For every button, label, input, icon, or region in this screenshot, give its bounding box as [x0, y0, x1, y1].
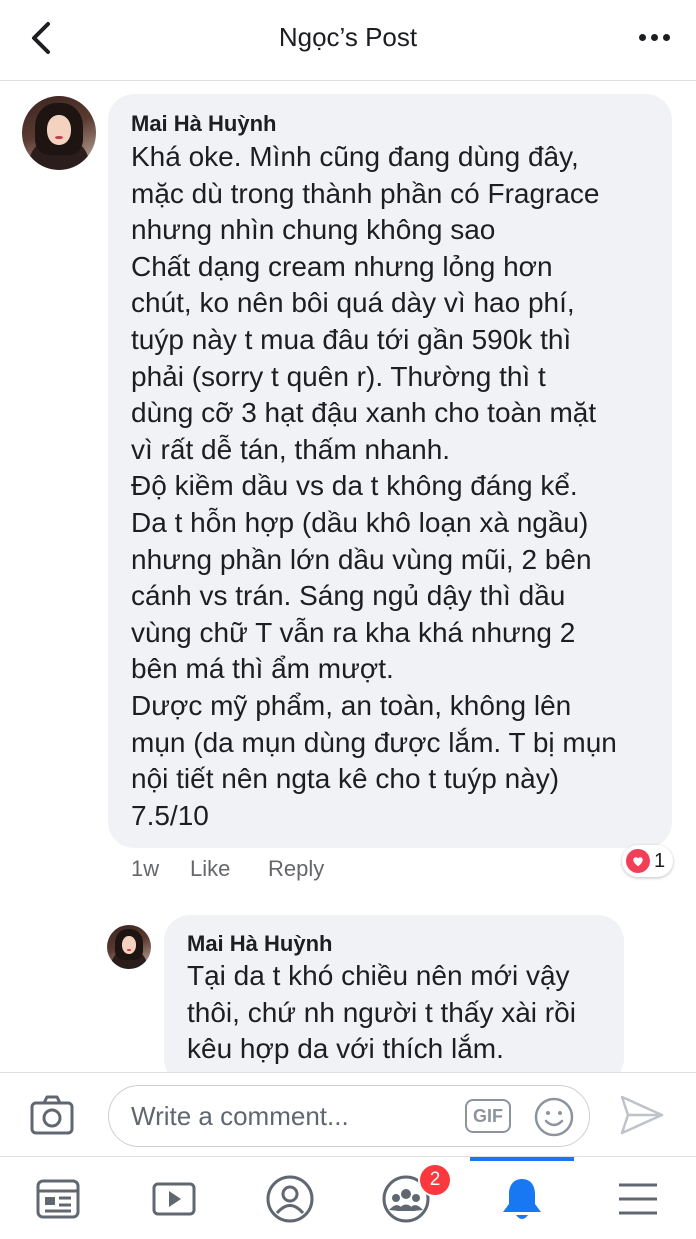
groups-badge: 2 [418, 1163, 452, 1197]
comment-author[interactable]: Mai Hà Huỳnh [131, 111, 276, 137]
comment-placeholder: Write a comment... [131, 1101, 349, 1131]
gif-button[interactable]: GIF [465, 1099, 511, 1133]
camera-icon [30, 1095, 74, 1135]
bottom-tab-bar: 2 [0, 1156, 696, 1239]
news-feed-icon [36, 1179, 80, 1219]
comment-author[interactable]: Mai Hà Huỳnh [187, 931, 332, 957]
like-button[interactable]: Like [190, 856, 230, 882]
top-bar: Ngọc’s Post [0, 0, 696, 81]
comment-time: 1w [131, 856, 160, 881]
comment-text: Tại da t khó chiều nên mới vậy thôi, chứ… [187, 960, 576, 1065]
comment-text: Khá oke. Mình cũng đang dùng đây, mặc dù… [131, 141, 617, 831]
video-play-icon [152, 1182, 196, 1216]
comment-composer: Write a comment... GIF [0, 1072, 696, 1157]
dot [662, 33, 670, 41]
reaction-summary[interactable]: 1 [622, 845, 674, 877]
tab-menu[interactable] [610, 1171, 666, 1227]
dot [650, 33, 658, 41]
tab-profile[interactable] [262, 1171, 318, 1227]
heart-icon [626, 849, 650, 873]
tab-notifications[interactable] [494, 1171, 550, 1227]
tab-news-feed[interactable] [30, 1171, 86, 1227]
avatar[interactable] [107, 925, 151, 969]
emoji-button[interactable] [533, 1096, 575, 1138]
dot [638, 33, 646, 41]
reaction-count: 1 [654, 849, 666, 872]
hamburger-menu-icon [619, 1183, 657, 1215]
more-options-button[interactable] [632, 22, 676, 52]
bell-icon [503, 1179, 541, 1219]
profile-icon [266, 1175, 314, 1223]
avatar-face [121, 936, 137, 955]
avatar[interactable] [22, 96, 96, 170]
smiley-icon [534, 1097, 574, 1137]
page-title: Ngọc’s Post [278, 22, 418, 52]
tab-watch[interactable] [146, 1171, 202, 1227]
send-icon [620, 1095, 664, 1135]
comment-input[interactable]: Write a comment... GIF [108, 1085, 590, 1147]
camera-button[interactable] [28, 1091, 76, 1139]
send-button[interactable] [618, 1093, 666, 1137]
avatar-lips [55, 135, 63, 139]
reply-button[interactable]: Reply [268, 856, 324, 882]
active-tab-indicator [470, 1157, 574, 1161]
avatar-face [47, 115, 71, 145]
avatar-lips [126, 948, 132, 951]
